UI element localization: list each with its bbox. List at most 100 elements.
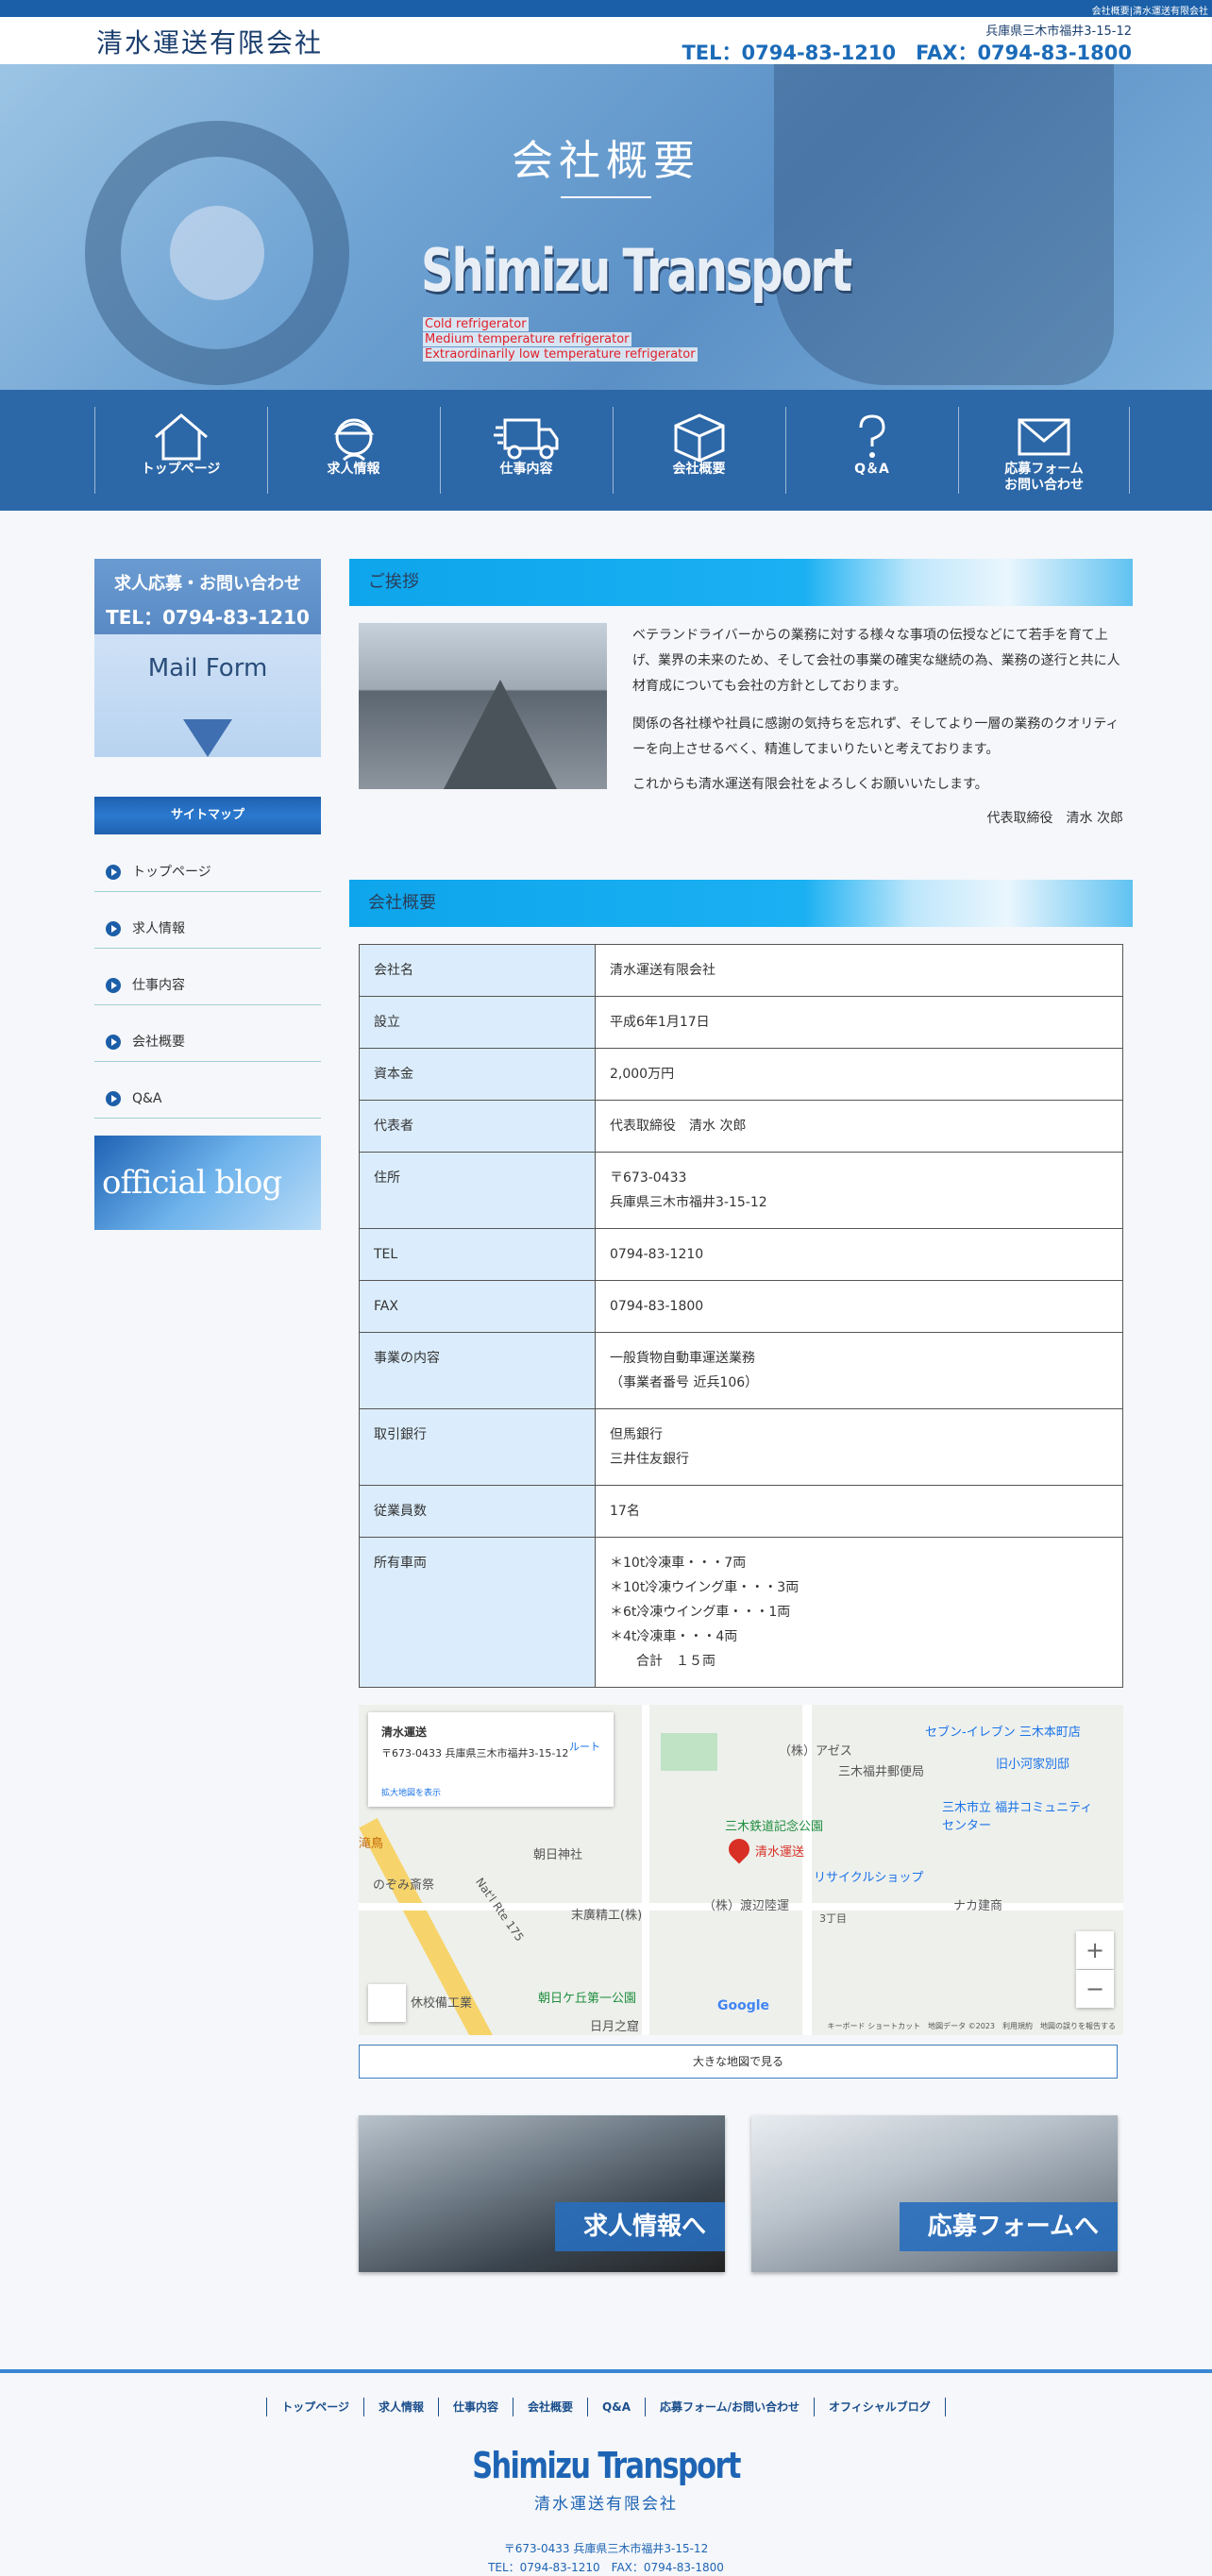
map-label: 朝日ケ丘第一公園: [538, 1992, 637, 2006]
map-label: （株）渡辺陸運: [703, 1899, 790, 1913]
box-icon: [614, 407, 784, 463]
nav-label: トップページ: [141, 462, 221, 477]
map-card-title: 清水運送: [381, 1726, 428, 1739]
footer-divider: [0, 2369, 1212, 2373]
value-line: 合計 １５両: [610, 1654, 715, 1669]
map-label: セブン-イレブン 三木本町店: [925, 1726, 1081, 1740]
cta-title: 求人応募・お問い合わせ: [114, 574, 301, 594]
site-logo[interactable]: 清水運送有限会社: [96, 23, 323, 60]
map-pin-label: 清水運送: [755, 1845, 805, 1860]
form-banner[interactable]: 応募フォームへ: [751, 2115, 1118, 2272]
value-line: 〒673-0433: [610, 1170, 687, 1186]
row-value: 0794-83-1210: [595, 1228, 1123, 1281]
big-map-link[interactable]: 大きな地図で見る: [359, 2045, 1118, 2079]
sitemap-item-company[interactable]: 会社概要: [94, 1022, 321, 1062]
nav-contact[interactable]: 応募フォーム お問い合わせ: [958, 407, 1130, 494]
zoom-in-button[interactable]: +: [1076, 1931, 1114, 1969]
value-line: （事業者番号 近兵106）: [610, 1375, 759, 1390]
map-route-link[interactable]: ルート: [569, 1739, 600, 1754]
contact-cta[interactable]: 求人応募・お問い合わせ TEL：0794-83-1210 Mail Form: [94, 559, 321, 757]
map-label: 三木福井郵便局: [838, 1765, 925, 1779]
table-row: 住所 〒673-0433 兵庫県三木市福井3-15-12: [359, 1152, 1123, 1229]
sitemap-label: 求人情報: [132, 921, 185, 936]
row-value: 0794-83-1800: [595, 1280, 1123, 1333]
greeting-paragraph-2: 関係の各社様や社員に感謝の気持ちを忘れず、そしてより一層の業務のクオリティーを向…: [632, 716, 1119, 757]
mail-icon: [959, 407, 1129, 462]
table-row: 所有車両 ＊10t冷凍車・・・7両 ＊10t冷凍ウイング車・・・3両 ＊6t冷凍ウイン…: [359, 1537, 1123, 1688]
nav-recruit[interactable]: 求人情報: [267, 407, 439, 494]
nav-work[interactable]: 仕事内容: [440, 407, 612, 494]
recruit-banner[interactable]: 求人情報へ: [359, 2115, 725, 2272]
street-view-button[interactable]: [368, 1984, 406, 2022]
footer-company-name: 清水運送有限会社: [534, 2495, 678, 2514]
sitemap-label: 仕事内容: [132, 978, 185, 993]
table-row: 会社名 清水運送有限会社: [359, 944, 1123, 997]
table-row: 資本金 2,000万円: [359, 1048, 1123, 1101]
footer-address: 〒673-0433 兵庫県三木市福井3-15-12: [503, 2542, 709, 2555]
footer-link[interactable]: 会社概要: [513, 2398, 587, 2416]
hero-banner: 会社概要 Shimizu Transport Cold refrigerator…: [0, 64, 1212, 390]
zoom-out-button[interactable]: −: [1076, 1970, 1114, 2008]
nav-top[interactable]: トップページ: [94, 407, 266, 494]
map-label: ナカ建商: [953, 1899, 1003, 1913]
row-key: 設立: [359, 996, 596, 1049]
cta-mail-form: Mail Form: [147, 654, 268, 682]
sitemap-label: Q&A: [132, 1091, 162, 1106]
footer-link[interactable]: 求人情報: [362, 2398, 438, 2416]
sitemap-heading: サイトマップ: [94, 797, 321, 834]
map-label: （株）アゼス: [779, 1744, 852, 1759]
header-address: 兵庫県三木市福井3-15-12: [985, 25, 1132, 39]
road-image: [444, 680, 557, 789]
nav-qa[interactable]: Q＆A: [785, 407, 957, 494]
house-icon: [95, 407, 266, 462]
map-card-address: 〒673-0433 兵庫県三木市福井3-15-12: [381, 1747, 569, 1759]
map-label: 日月之窟: [590, 2020, 640, 2034]
value-line: 兵庫県三木市福井3-15-12: [610, 1195, 767, 1210]
row-value: 但馬銀行 三井住友銀行: [595, 1408, 1123, 1486]
map-label: 三木市立 福井コミュニティセンター: [942, 1801, 1093, 1833]
row-key: 従業員数: [359, 1485, 596, 1538]
footer-link[interactable]: 仕事内容: [438, 2398, 513, 2416]
sitemap-item-recruit[interactable]: 求人情報: [94, 909, 321, 949]
nav-company[interactable]: 会社概要: [613, 407, 784, 494]
footer-link[interactable]: Q&A: [587, 2398, 645, 2416]
official-blog-banner[interactable]: official blog: [94, 1136, 321, 1230]
overview-heading: 会社概要: [349, 880, 1133, 927]
map-attribution[interactable]: キーボード ショートカット 地図データ ©2023 利用規約 地図の誤りを報告す…: [828, 2021, 1116, 2031]
map-larger-link[interactable]: 拡大地図を表示: [381, 1786, 441, 1798]
google-map[interactable]: 清水運送 〒673-0433 兵庫県三木市福井3-15-12 ルート 拡大地図を…: [359, 1705, 1123, 2035]
footer-nav: トップページ 求人情報 仕事内容 会社概要 Q&A 応募フォーム/お問い合わせ オフィシャル…: [0, 2398, 1212, 2416]
row-value: 〒673-0433 兵庫県三木市福井3-15-12: [595, 1152, 1123, 1229]
footer-link[interactable]: トップページ: [266, 2398, 363, 2416]
sitemap-item-top[interactable]: トップページ: [94, 852, 321, 892]
row-key: 取引銀行: [359, 1408, 596, 1486]
sitemap-item-work[interactable]: 仕事内容: [94, 966, 321, 1005]
footer-address-block: 〒673-0433 兵庫県三木市福井3-15-12 TEL：0794-83-12…: [0, 2539, 1212, 2576]
nav-label-2: お問い合わせ: [1004, 478, 1084, 493]
arrow-circle-icon: [106, 978, 121, 993]
map-park: [661, 1733, 717, 1771]
tagline-medium: Medium temperature refrigerator: [423, 332, 631, 346]
form-banner-label: 応募フォームへ: [899, 2202, 1118, 2251]
row-key: FAX: [359, 1280, 596, 1333]
row-value: 清水運送有限会社: [595, 944, 1123, 997]
value-line: 一般貨物自動車運送業務: [610, 1351, 755, 1366]
nav-label: Q＆A: [854, 462, 889, 477]
sitemap-item-qa[interactable]: Q&A: [94, 1079, 321, 1119]
company-info-table: 会社名 清水運送有限会社 設立 平成6年1月17日 資本金 2,000万円 代表者 代表…: [359, 944, 1123, 1688]
map-label: 朝日神社: [533, 1848, 583, 1862]
map-label: 旧小河家別邸: [996, 1758, 1070, 1772]
title-underline: [561, 196, 651, 198]
footer-link[interactable]: オフィシャルブログ: [814, 2398, 946, 2416]
table-row: 事業の内容 一般貨物自動車運送業務 （事業者番号 近兵106）: [359, 1332, 1123, 1409]
row-key: TEL: [359, 1228, 596, 1281]
arrow-circle-icon: [106, 1091, 121, 1106]
google-logo: Google: [717, 1998, 770, 2013]
table-row: TEL 0794-83-1210: [359, 1228, 1123, 1281]
sitemap-label: 会社概要: [132, 1035, 185, 1050]
footer-link[interactable]: 応募フォーム/お問い合わせ: [644, 2398, 814, 2416]
row-value: 平成6年1月17日: [595, 996, 1123, 1049]
map-label: のぞみ斎祭: [373, 1878, 435, 1893]
location-pin-icon[interactable]: [724, 1834, 754, 1864]
tagline-extra-low: Extraordinarily low temperature refriger…: [423, 347, 698, 362]
